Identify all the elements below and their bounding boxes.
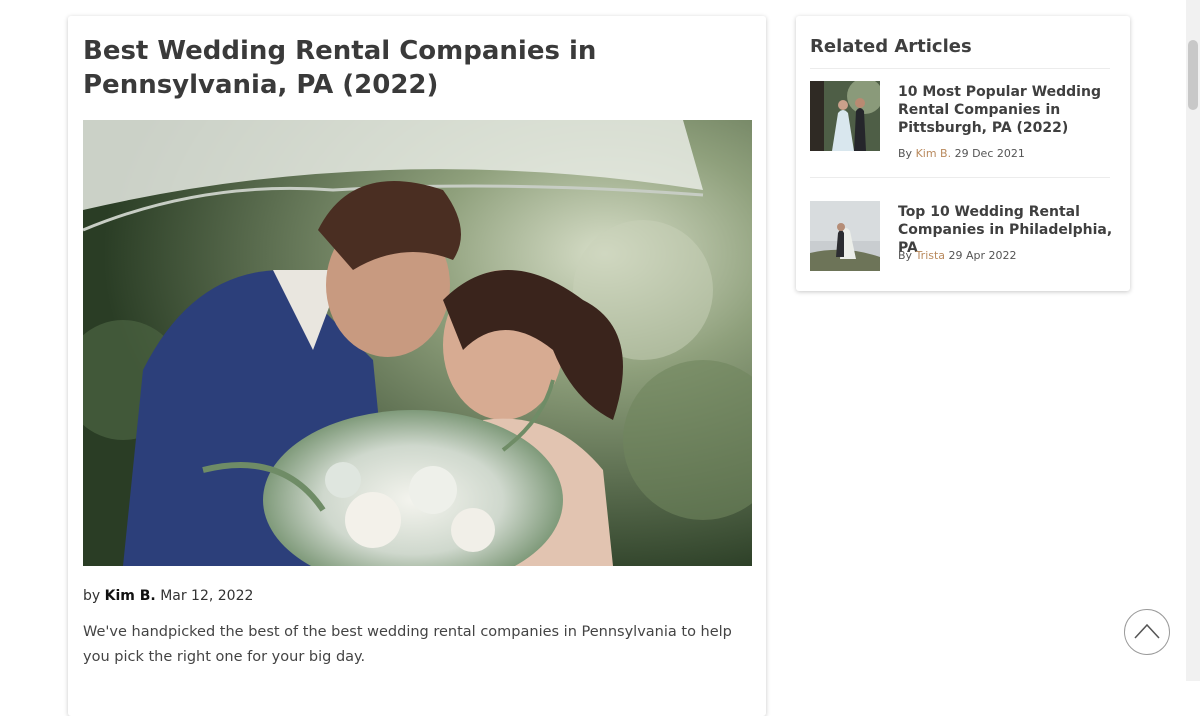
related-article-date: 29 Dec 2021: [954, 147, 1025, 160]
related-article-meta: By Trista 29 Apr 2022: [898, 249, 1017, 262]
related-article-thumbnail[interactable]: [810, 201, 880, 271]
scrollbar-track[interactable]: [1186, 0, 1200, 681]
related-article-author[interactable]: Trista: [916, 249, 945, 262]
related-articles-card: Related Articles 10 Most Popular Wedding…: [796, 16, 1130, 291]
related-article-author[interactable]: Kim B.: [916, 147, 952, 160]
related-article-thumbnail[interactable]: [810, 81, 880, 151]
article-hero-image[interactable]: [83, 120, 752, 566]
related-article-meta: By Kim B. 29 Dec 2021: [898, 147, 1025, 160]
scrollbar-thumb[interactable]: [1188, 40, 1198, 110]
divider: [810, 177, 1110, 178]
back-to-top-button[interactable]: [1124, 609, 1170, 655]
article-excerpt: We've handpicked the best of the best we…: [83, 624, 732, 665]
related-article-date: 29 Apr 2022: [948, 249, 1017, 262]
chevron-up-icon: [1134, 623, 1160, 639]
byline-prefix: by: [83, 588, 101, 604]
article-card: Best Wedding Rental Companies in Pennsyl…: [68, 16, 766, 716]
article-byline: by Kim B. Mar 12, 2022: [83, 588, 253, 604]
related-article-title[interactable]: 10 Most Popular Wedding Rental Companies…: [898, 83, 1118, 137]
related-articles-title: Related Articles: [810, 36, 972, 57]
article-date: Mar 12, 2022: [160, 588, 254, 604]
article-title: Best Wedding Rental Companies in Pennsyl…: [83, 36, 597, 100]
article-author-link[interactable]: Kim B.: [105, 588, 156, 604]
divider: [810, 68, 1110, 69]
